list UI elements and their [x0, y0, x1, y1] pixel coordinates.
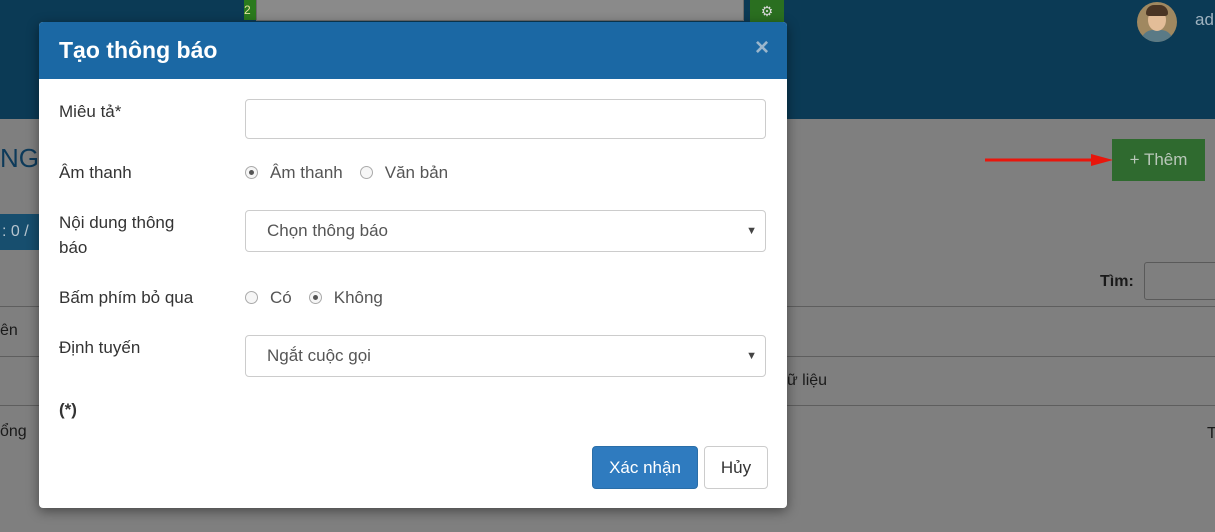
cancel-button[interactable]: Hủy — [704, 446, 768, 489]
radio-skip-yes[interactable] — [245, 291, 258, 304]
close-icon[interactable]: × — [755, 34, 769, 62]
chevron-down-icon: ▼ — [746, 225, 757, 237]
radio-skip-no[interactable] — [308, 291, 322, 304]
content-label: Nội dung thông báo — [59, 210, 174, 260]
routing-label: Định tuyến — [59, 338, 141, 357]
radio-sound-audio[interactable] — [245, 166, 258, 179]
content-label-line2: báo — [59, 238, 88, 257]
modal-title: Tạo thông báo — [59, 37, 218, 63]
sound-radio-group: Âm thanh Văn bản — [245, 160, 465, 185]
description-input[interactable] — [245, 99, 766, 139]
radio-sound-text[interactable] — [359, 166, 373, 179]
modal-header: Tạo thông báo × — [39, 22, 787, 79]
required-note: (*) — [59, 400, 77, 419]
skip-key-radio-group: Có Không — [245, 285, 400, 310]
description-label: Miêu tả* — [59, 102, 122, 121]
content-label-line1: Nội dung thông — [59, 213, 175, 232]
sound-label: Âm thanh — [59, 163, 132, 182]
routing-select-value: Ngắt cuộc gọi — [267, 346, 371, 365]
radio-label-text[interactable]: Văn bản — [385, 163, 448, 183]
create-notification-modal: Tạo thông báo × Miêu tả* Âm thanh Âm tha… — [39, 22, 787, 508]
radio-label-no[interactable]: Không — [334, 288, 383, 308]
radio-label-audio[interactable]: Âm thanh — [270, 163, 343, 183]
radio-label-yes[interactable]: Có — [270, 288, 292, 308]
skip-key-label: Bấm phím bỏ qua — [59, 288, 194, 307]
notification-select-value: Chọn thông báo — [267, 221, 388, 240]
notification-select[interactable]: Chọn thông báo ▼ — [245, 210, 766, 252]
confirm-button[interactable]: Xác nhận — [592, 446, 698, 489]
chevron-down-icon: ▼ — [746, 350, 757, 362]
routing-select[interactable]: Ngắt cuộc gọi ▼ — [245, 335, 766, 377]
